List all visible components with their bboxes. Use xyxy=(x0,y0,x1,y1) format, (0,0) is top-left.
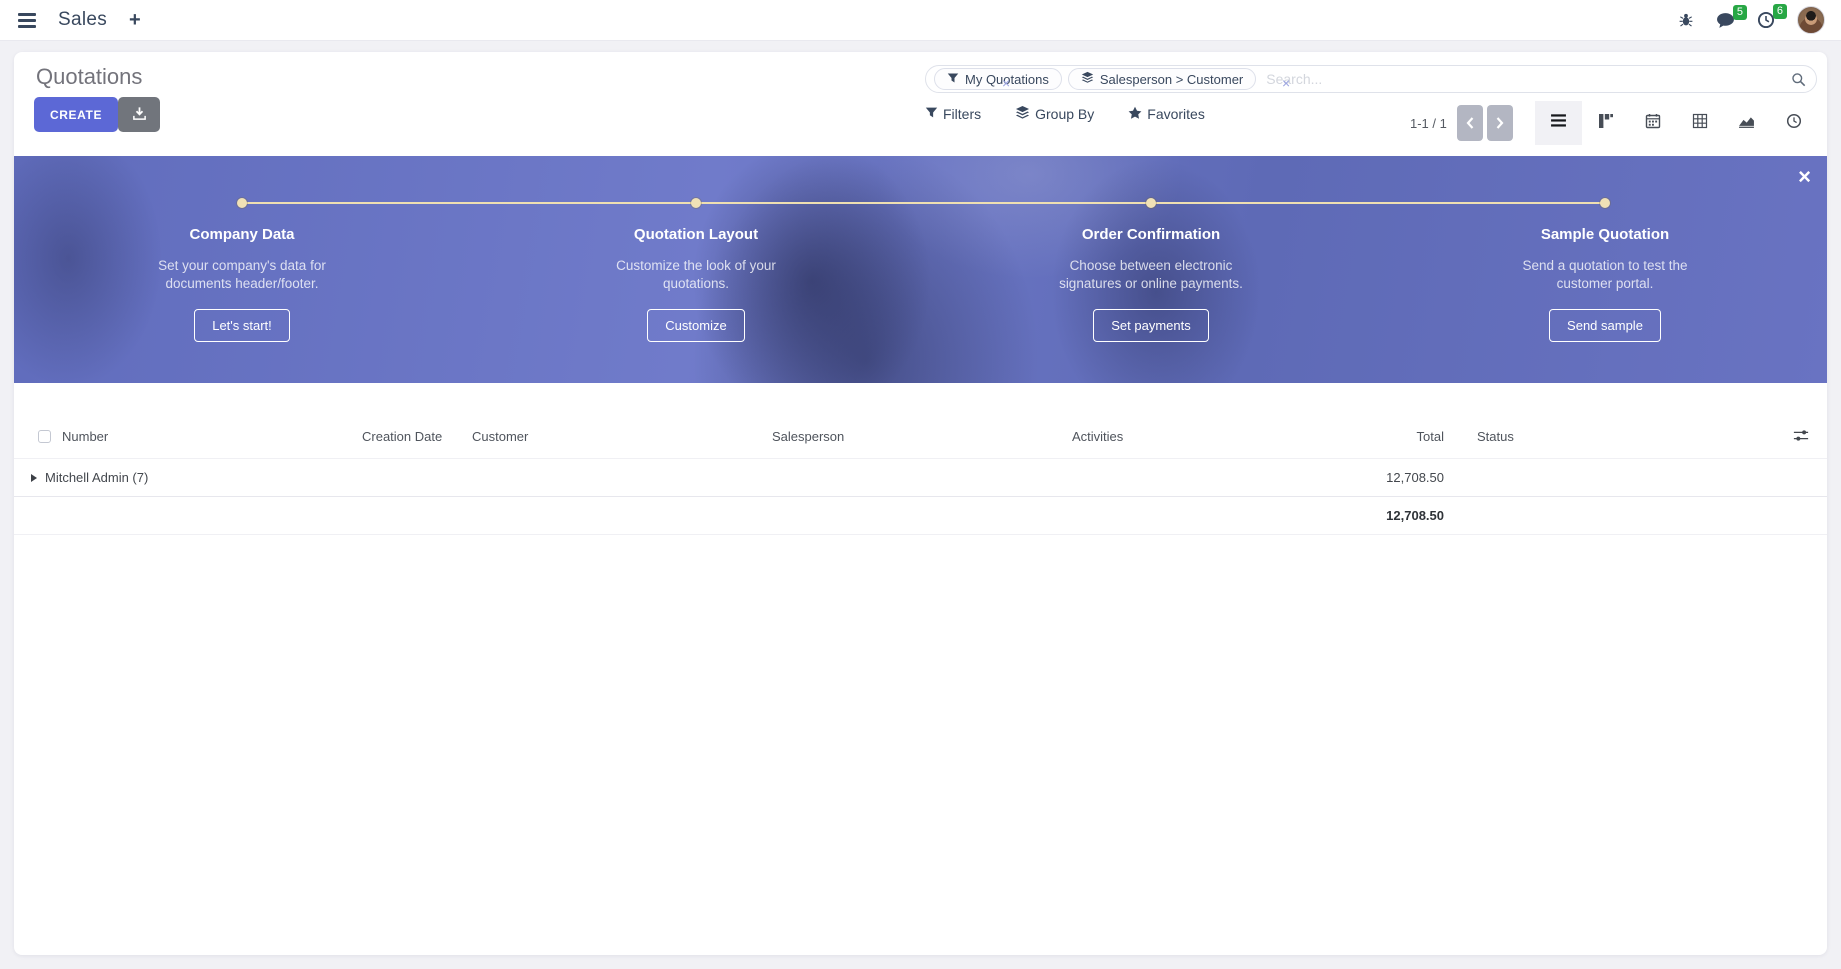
progress-dot xyxy=(1600,198,1610,208)
layers-icon xyxy=(1015,105,1030,123)
search-menus: Filters Group By Favorites xyxy=(925,105,1205,123)
group-row-mitchell-admin[interactable]: Mitchell Admin (7) 12,708.50 xyxy=(14,459,1827,497)
hamburger-menu-icon[interactable] xyxy=(10,7,44,34)
search-input[interactable]: Search... xyxy=(1266,71,1791,87)
activity-count-badge: 6 xyxy=(1773,4,1787,19)
page-title: Quotations xyxy=(36,64,142,90)
progress-dot xyxy=(1146,198,1156,208)
view-switcher xyxy=(1535,101,1817,145)
bug-icon[interactable] xyxy=(1678,12,1694,28)
download-icon xyxy=(132,106,147,124)
facet-remove-icon[interactable]: × xyxy=(1002,76,1010,90)
step-title: Sample Quotation xyxy=(1465,226,1745,243)
step-title: Quotation Layout xyxy=(556,226,836,243)
groupby-menu-label: Group By xyxy=(1035,106,1094,122)
step-description: Choose between electronic signatures or … xyxy=(1039,257,1264,293)
step-title: Company Data xyxy=(102,226,382,243)
activity-clock-icon xyxy=(1786,113,1802,134)
app-name[interactable]: Sales xyxy=(58,9,107,31)
list-view-button[interactable] xyxy=(1535,101,1582,145)
footer-total: 12,708.50 xyxy=(1304,508,1452,523)
graph-view-button[interactable] xyxy=(1723,101,1770,145)
column-header-total[interactable]: Total xyxy=(1304,429,1452,444)
list-footer-row: 12,708.50 xyxy=(14,497,1827,535)
pivot-view-button[interactable] xyxy=(1676,101,1723,145)
pager: 1-1 / 1 xyxy=(1410,105,1513,141)
user-avatar[interactable] xyxy=(1797,6,1825,34)
message-count-badge: 5 xyxy=(1733,5,1747,20)
top-navbar: Sales + 5 6 xyxy=(0,0,1841,41)
magnifier-icon[interactable] xyxy=(1791,72,1806,87)
pager-next-button[interactable] xyxy=(1487,105,1513,141)
progress-line xyxy=(242,202,1605,204)
column-header-customer[interactable]: Customer xyxy=(464,429,764,444)
group-toggle[interactable]: Mitchell Admin (7) xyxy=(14,470,1064,485)
search-facet-groupby[interactable]: Salesperson > Customer xyxy=(1068,68,1256,90)
kanban-view-button[interactable] xyxy=(1582,101,1629,145)
plus-icon[interactable]: + xyxy=(121,9,149,32)
step-description: Customize the look of your quotations. xyxy=(611,257,781,293)
column-header-number[interactable]: Number xyxy=(54,429,354,444)
pager-previous-button[interactable] xyxy=(1457,105,1483,141)
onboarding-step-order-confirmation: Order Confirmation Choose between electr… xyxy=(1011,226,1291,342)
pager-text: 1-1 / 1 xyxy=(1410,116,1447,131)
funnel-icon xyxy=(947,72,959,87)
filters-menu-label: Filters xyxy=(943,106,981,122)
star-icon xyxy=(1128,106,1142,123)
activities-clock-icon[interactable]: 6 xyxy=(1757,11,1775,29)
step-description: Set your company's data for documents he… xyxy=(145,257,340,293)
facet-label: Salesperson > Customer xyxy=(1100,72,1243,87)
search-bar[interactable]: My Quotations Salesperson > Customer Sea… xyxy=(925,65,1817,93)
column-header-creation-date[interactable]: Creation Date xyxy=(354,429,464,444)
pivot-icon xyxy=(1692,113,1708,134)
step-description: Send a quotation to test the customer po… xyxy=(1505,257,1705,293)
column-header-status[interactable]: Status xyxy=(1452,429,1775,444)
set-payments-button[interactable]: Set payments xyxy=(1093,309,1209,342)
lets-start-button[interactable]: Let's start! xyxy=(194,309,290,342)
quotations-list: Number Creation Date Customer Salesperso… xyxy=(14,415,1827,535)
filters-menu[interactable]: Filters xyxy=(925,106,981,122)
facet-remove-icon[interactable]: × xyxy=(1282,76,1290,90)
send-sample-button[interactable]: Send sample xyxy=(1549,309,1661,342)
graph-icon xyxy=(1738,112,1755,134)
group-label: Mitchell Admin (7) xyxy=(45,470,148,485)
customize-button[interactable]: Customize xyxy=(647,309,744,342)
search-facet-my-quotations[interactable]: My Quotations xyxy=(934,68,1062,90)
column-header-activities[interactable]: Activities xyxy=(1064,429,1304,444)
activity-view-button[interactable] xyxy=(1770,101,1817,145)
favorites-menu[interactable]: Favorites xyxy=(1128,106,1205,123)
close-icon[interactable]: × xyxy=(1798,166,1811,188)
select-all-checkbox[interactable] xyxy=(38,430,51,443)
column-header-salesperson[interactable]: Salesperson xyxy=(764,429,1064,444)
calendar-view-button[interactable] xyxy=(1629,101,1676,145)
export-button[interactable] xyxy=(118,97,160,132)
expand-triangle-icon xyxy=(31,474,37,482)
progress-dot xyxy=(691,198,701,208)
kanban-icon xyxy=(1598,113,1614,134)
onboarding-banner: × Company Data Set your company's data f… xyxy=(14,156,1827,383)
progress-dot xyxy=(237,198,247,208)
content-panel: Quotations CREATE My Quotations xyxy=(14,52,1827,955)
favorites-menu-label: Favorites xyxy=(1147,106,1205,122)
groupby-menu[interactable]: Group By xyxy=(1015,105,1094,123)
onboarding-step-sample-quotation: Sample Quotation Send a quotation to tes… xyxy=(1465,226,1745,342)
messages-icon[interactable]: 5 xyxy=(1716,12,1735,29)
group-total: 12,708.50 xyxy=(1304,470,1452,485)
calendar-icon xyxy=(1645,113,1661,134)
optional-columns-button[interactable] xyxy=(1775,429,1827,445)
list-header-row: Number Creation Date Customer Salesperso… xyxy=(14,415,1827,459)
step-title: Order Confirmation xyxy=(1011,226,1291,243)
onboarding-step-company-data: Company Data Set your company's data for… xyxy=(102,226,382,342)
onboarding-step-quotation-layout: Quotation Layout Customize the look of y… xyxy=(556,226,836,342)
list-icon xyxy=(1550,112,1567,134)
layers-icon xyxy=(1081,71,1094,87)
funnel-icon xyxy=(925,106,938,122)
create-button[interactable]: CREATE xyxy=(34,97,118,132)
sliders-icon xyxy=(1793,429,1809,445)
